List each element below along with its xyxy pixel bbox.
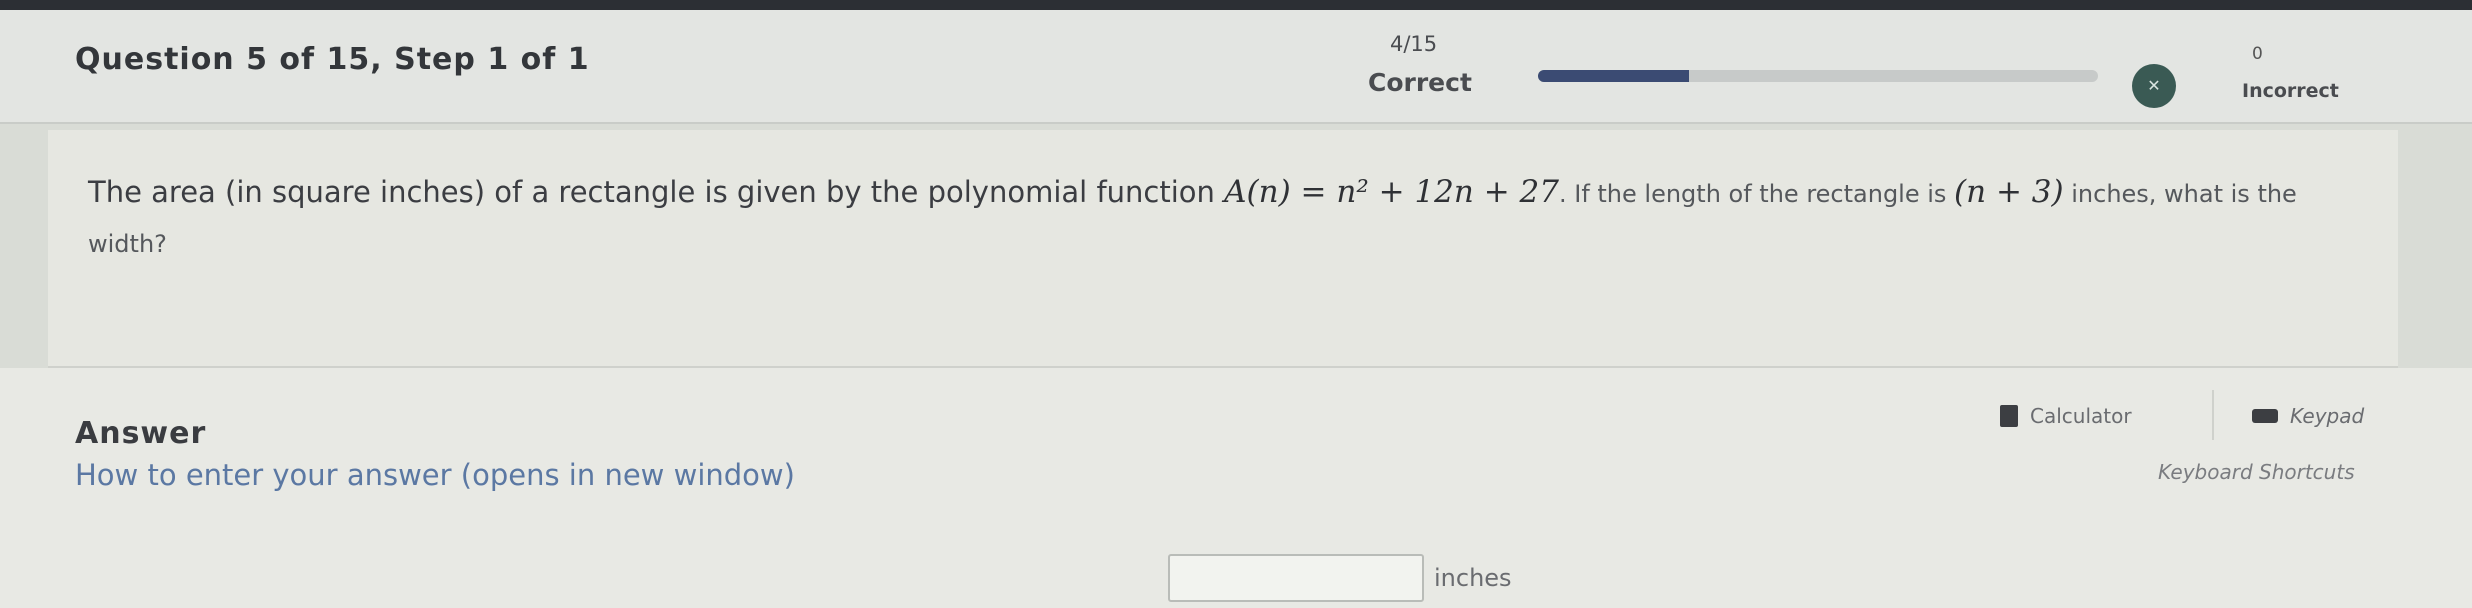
answer-input[interactable] (1168, 554, 1424, 602)
incorrect-badge-icon: ✕ (2132, 64, 2176, 108)
answer-area: Answer How to enter your answer (opens i… (0, 368, 2472, 608)
incorrect-count: 0 (2252, 44, 2263, 64)
top-band (0, 0, 2472, 10)
area-function: A(n) = n² + 12n + 27 (1224, 174, 1559, 210)
how-to-enter-answer-link[interactable]: How to enter your answer (opens in new w… (75, 458, 795, 492)
question-text: The area (in square inches) of a rectang… (88, 168, 2348, 268)
length-expression: (n + 3) (1954, 174, 2064, 210)
incorrect-label: Incorrect (2242, 80, 2339, 102)
score-fraction: 4/15 (1390, 32, 1438, 56)
keypad-label: Keypad (2290, 404, 2365, 428)
calculator-icon (2000, 405, 2018, 427)
keypad-icon (2252, 409, 2278, 423)
keypad-button[interactable]: Keypad (2252, 396, 2364, 436)
question-text-before: The area (in square inches) of a rectang… (88, 175, 1225, 209)
progress-bar (1538, 70, 2098, 82)
unit-label: inches (1434, 564, 1512, 592)
toolbar-divider (2212, 390, 2214, 440)
question-header: Question 5 of 15, Step 1 of 1 4/15 Corre… (0, 10, 2472, 124)
calculator-label: Calculator (2030, 404, 2132, 428)
question-card: The area (in square inches) of a rectang… (48, 130, 2398, 368)
answer-heading: Answer (75, 416, 207, 451)
question-text-middle: . If the length of the rectangle is (1558, 180, 1955, 208)
keyboard-shortcuts-link[interactable]: Keyboard Shortcuts (2158, 460, 2355, 484)
correct-label: Correct (1368, 68, 1472, 97)
calculator-button[interactable]: Calculator (2000, 396, 2132, 436)
progress-bar-fill (1538, 70, 1690, 82)
question-title: Question 5 of 15, Step 1 of 1 (75, 42, 590, 77)
